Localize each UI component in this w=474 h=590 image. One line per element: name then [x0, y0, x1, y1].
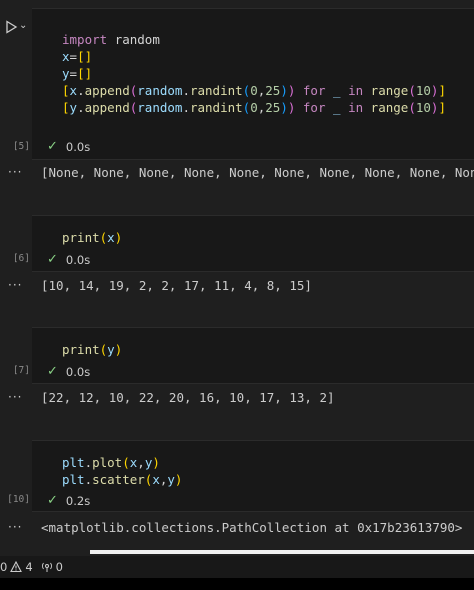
- code-cell-1[interactable]: import random x=[] y=[] [x.append(random…: [32, 8, 474, 160]
- cell-status: ✓ 0.2s: [47, 493, 90, 508]
- cell-output: <matplotlib.collections.PathCollection a…: [41, 520, 463, 535]
- cell-status: ✓ 0.0s: [47, 364, 90, 379]
- execution-time: 0.0s: [65, 252, 91, 267]
- cell-output: [None, None, None, None, None, None, Non…: [41, 165, 474, 180]
- ports-indicator[interactable]: 0: [41, 560, 63, 574]
- execution-time: 0.2s: [65, 493, 91, 508]
- horizontal-scrollbar[interactable]: [90, 550, 474, 554]
- code-line: [y.append(random.randint(0,25)) for _ in…: [62, 100, 446, 115]
- status-bar: 0 4 0: [0, 556, 474, 578]
- ports-count: 0: [55, 560, 63, 574]
- output-menu-button[interactable]: ···: [8, 165, 22, 179]
- cell-status: ✓ 0.0s: [47, 139, 90, 154]
- code-line: plt.scatter(x,y): [62, 472, 183, 487]
- output-menu-button[interactable]: ···: [8, 278, 22, 292]
- execution-count: [7]: [12, 365, 30, 376]
- warning-icon: [10, 561, 23, 573]
- execution-time: 0.0s: [65, 139, 91, 154]
- code-cell-4[interactable]: plt.plot(x,y) plt.scatter(x,y) ✓ 0.2s: [32, 440, 474, 512]
- code-editor-4[interactable]: plt.plot(x,y) plt.scatter(x,y): [62, 454, 182, 488]
- output-menu-button[interactable]: ···: [8, 520, 22, 534]
- code-cell-3[interactable]: print(y) ✓ 0.0s: [32, 327, 474, 384]
- code-line: import random: [62, 32, 160, 47]
- chevron-down-icon[interactable]: ⌄: [19, 20, 27, 31]
- code-line: plt.plot(x,y): [62, 455, 160, 470]
- output-menu-button[interactable]: ···: [8, 390, 22, 404]
- warning-count: 4: [25, 560, 33, 574]
- ports-icon: [41, 562, 52, 572]
- code-line: print(y): [62, 342, 123, 357]
- problems-indicator[interactable]: 0 4: [0, 560, 33, 574]
- execution-count: [5]: [12, 141, 30, 152]
- run-cell-icon[interactable]: [4, 20, 18, 34]
- execution-count: [6]: [12, 253, 30, 264]
- code-editor-1[interactable]: import random x=[] y=[] [x.append(random…: [62, 31, 446, 116]
- error-count: 0: [0, 560, 8, 574]
- check-icon: ✓: [47, 139, 58, 154]
- cell-status: ✓ 0.0s: [47, 252, 90, 267]
- code-editor-2[interactable]: print(x): [62, 229, 122, 246]
- check-icon: ✓: [47, 252, 58, 267]
- execution-count: [10]: [7, 494, 30, 505]
- code-cell-2[interactable]: print(x) ✓ 0.0s: [32, 215, 474, 272]
- code-line: y=[]: [62, 66, 93, 81]
- cell-output: [10, 14, 19, 2, 2, 17, 11, 4, 8, 15]: [41, 278, 312, 293]
- code-line: x=[]: [62, 49, 93, 64]
- execution-time: 0.0s: [65, 364, 91, 379]
- code-line: print(x): [62, 230, 123, 245]
- code-editor-3[interactable]: print(y): [62, 341, 122, 358]
- check-icon: ✓: [47, 364, 58, 379]
- notebook-page: ⌄ import random x=[] y=[] [x.append(rand…: [0, 0, 474, 590]
- cell-output: [22, 12, 10, 22, 20, 16, 10, 17, 13, 2]: [41, 390, 335, 405]
- bottom-strip: [0, 578, 474, 590]
- code-line: [x.append(random.randint(0,25)) for _ in…: [62, 83, 446, 98]
- check-icon: ✓: [47, 493, 58, 508]
